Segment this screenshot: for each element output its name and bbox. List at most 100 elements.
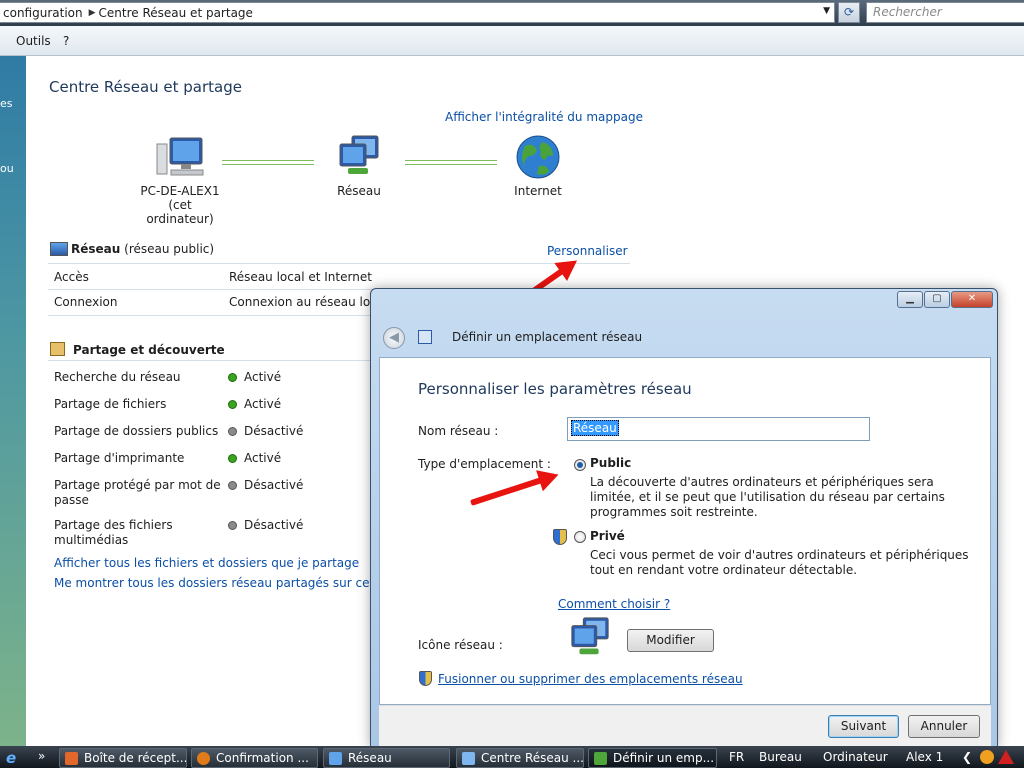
network-icon xyxy=(339,135,379,174)
private-radio[interactable] xyxy=(574,531,586,543)
row-label: Partage des fichiers multimédias xyxy=(54,518,173,547)
ie-quicklaunch-icon[interactable]: e xyxy=(6,749,16,767)
dialog-titlebar: ▁ ▢ ✕ ◀ Définir un emplacement réseau xyxy=(371,289,997,355)
network-icon-label: Icône réseau : xyxy=(418,638,503,652)
row-label: Partage de dossiers publics xyxy=(54,424,219,438)
row-value: Désactivé xyxy=(244,424,304,438)
how-to-choose-link[interactable]: Comment choisir ? xyxy=(558,597,670,611)
tasks-pane: es ou xyxy=(0,56,26,746)
row-label: Partage protégé par mot de passe xyxy=(54,478,221,507)
customize-link[interactable]: Personnaliser xyxy=(547,244,628,258)
network-icon xyxy=(329,752,342,765)
taskbar: e » Boîte de récept... Confirmation ... … xyxy=(0,746,1024,768)
public-option-label[interactable]: Public xyxy=(590,456,631,470)
row-value: Connexion au réseau local xyxy=(229,295,388,309)
language-indicator[interactable]: FR xyxy=(729,750,744,764)
row-label: Partage d'imprimante xyxy=(54,451,185,465)
refresh-button[interactable]: ⟳ xyxy=(838,2,860,23)
public-radio[interactable] xyxy=(574,459,586,471)
taskbar-item-network-center[interactable]: Centre Réseau ... xyxy=(456,748,584,768)
status-on-icon xyxy=(229,455,236,462)
network-center-icon xyxy=(462,752,475,765)
computer-node[interactable]: PC-DE-ALEX1 (cet ordinateur) xyxy=(134,134,226,226)
status-on-icon xyxy=(229,401,236,408)
internet-node[interactable]: Internet xyxy=(506,134,570,198)
network-icon xyxy=(571,617,609,655)
taskbar-item-define-location[interactable]: Définir un emp... xyxy=(588,748,717,768)
taskbar-item-firefox[interactable]: Confirmation ... xyxy=(191,748,318,768)
full-map-link[interactable]: Afficher l'intégralité du mappage xyxy=(445,110,643,124)
taskbar-item-label: Confirmation ... xyxy=(216,751,309,765)
network-name: Réseau xyxy=(71,242,121,256)
menu-help[interactable]: ? xyxy=(63,34,69,48)
row-value: Activé xyxy=(244,451,282,465)
minimize-button[interactable]: ▁ xyxy=(897,291,923,308)
breadcrumb-chevron-icon[interactable]: ▶ xyxy=(89,8,96,18)
public-option-description: La découverte d'autres ordinateurs et pé… xyxy=(590,475,945,519)
breadcrumb-network-center[interactable]: Centre Réseau et partage xyxy=(96,6,259,20)
taskbar-item-network[interactable]: Réseau xyxy=(323,748,450,768)
show-shared-folders-link[interactable]: Me montrer tous les dossiers réseau part… xyxy=(54,576,372,590)
status-off-icon xyxy=(229,428,236,435)
network-type: (réseau public) xyxy=(124,242,215,256)
row-label: Recherche du réseau xyxy=(54,370,181,384)
dialog-heading: Personnaliser les paramètres réseau xyxy=(418,380,692,398)
modify-button[interactable]: Modifier xyxy=(627,629,714,652)
private-option-description: Ceci vous permet de voir d'autres ordina… xyxy=(590,548,969,577)
maximize-button[interactable]: ▢ xyxy=(924,291,950,308)
connection-line xyxy=(222,160,314,165)
network-wizard-icon xyxy=(418,330,432,344)
taskbar-item-mail[interactable]: Boîte de récept... xyxy=(59,748,187,768)
network-wizard-icon xyxy=(594,752,607,765)
row-value: Réseau local et Internet xyxy=(229,270,372,284)
row-label: Partage de fichiers xyxy=(54,397,167,411)
row-value: Désactivé xyxy=(244,518,304,532)
sharing-section-header: Partage et découverte xyxy=(50,342,225,357)
status-on-icon xyxy=(229,374,236,381)
uac-shield-icon xyxy=(553,529,567,545)
dialog-title: Définir un emplacement réseau xyxy=(452,330,643,344)
menu-tools[interactable]: Outils xyxy=(16,34,51,48)
tray-expand-icon[interactable]: ❮ xyxy=(962,750,972,764)
back-button[interactable]: ◀ xyxy=(383,327,405,349)
tasks-pane-text[interactable]: ou xyxy=(0,162,14,175)
close-button[interactable]: ✕ xyxy=(951,291,993,308)
private-option-label[interactable]: Privé xyxy=(590,529,625,543)
address-field[interactable]: configuration ▶ Centre Réseau et partage… xyxy=(0,2,835,23)
tray-notification-icon[interactable] xyxy=(980,750,994,764)
merge-locations-link[interactable]: Fusionner ou supprimer des emplacements … xyxy=(438,672,743,686)
internet-label: Internet xyxy=(514,184,562,198)
tasks-pane-text[interactable]: es xyxy=(0,97,13,110)
network-node-label: Réseau xyxy=(337,184,381,198)
sharing-icon xyxy=(50,342,65,356)
network-node[interactable]: Réseau xyxy=(324,134,394,198)
search-input[interactable]: Rechercher xyxy=(866,2,1024,23)
row-value: Activé xyxy=(244,370,282,384)
cancel-button[interactable]: Annuler xyxy=(908,715,980,738)
uac-shield-icon xyxy=(419,671,432,686)
menu-bar: Outils ? xyxy=(0,26,1024,56)
quicklaunch-expand-icon[interactable]: » xyxy=(38,749,45,763)
breadcrumb-configuration[interactable]: configuration xyxy=(0,6,89,20)
refresh-icon: ⟳ xyxy=(843,5,855,19)
dialog-body: Personnaliser les paramètres réseau Nom … xyxy=(379,357,991,705)
taskbar-item-label: Centre Réseau ... xyxy=(481,751,584,765)
firefox-icon xyxy=(197,752,210,765)
antivirus-icon[interactable] xyxy=(998,750,1014,764)
next-button[interactable]: Suivant xyxy=(828,715,899,738)
status-off-icon xyxy=(229,522,236,529)
back-arrow-icon: ◀ xyxy=(389,330,399,345)
network-section-header: Réseau (réseau public) xyxy=(50,242,214,256)
network-name-input[interactable]: Réseau xyxy=(567,417,870,441)
network-location-dialog: ▁ ▢ ✕ ◀ Définir un emplacement réseau Pe… xyxy=(370,288,998,749)
address-bar: configuration ▶ Centre Réseau et partage… xyxy=(0,0,1024,26)
computer-icon xyxy=(156,137,204,176)
toolbar-bureau[interactable]: Bureau xyxy=(759,750,802,764)
show-shared-files-link[interactable]: Afficher tous les fichiers et dossiers q… xyxy=(54,556,359,570)
toolbar-ordinateur[interactable]: Ordinateur xyxy=(823,750,888,764)
computer-subtitle: (cet ordinateur) xyxy=(146,198,214,226)
toolbar-user[interactable]: Alex 1 xyxy=(906,750,943,764)
status-off-icon xyxy=(229,482,236,489)
address-dropdown-icon[interactable]: ▼ xyxy=(823,6,830,16)
row-value: Désactivé xyxy=(244,478,304,492)
